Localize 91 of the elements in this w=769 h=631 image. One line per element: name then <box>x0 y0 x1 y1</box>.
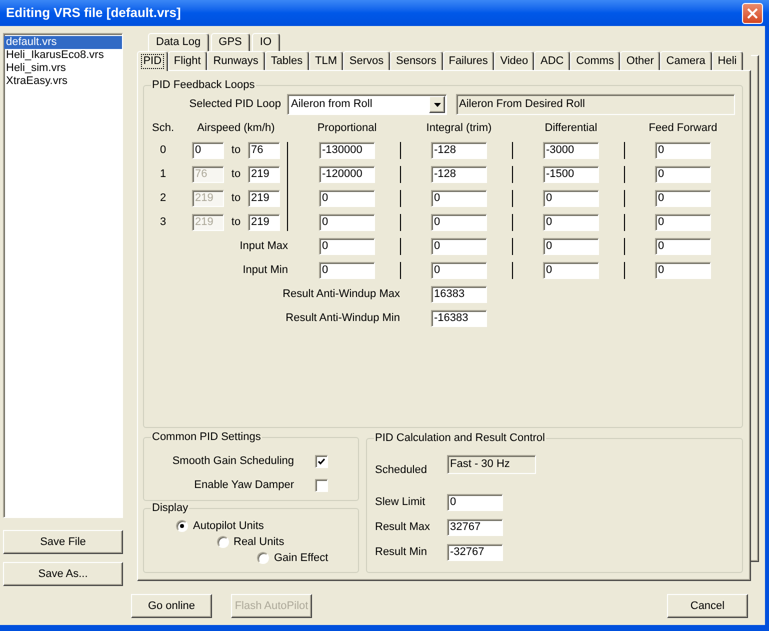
column-header: Proportional <box>317 122 377 135</box>
feed-forward-field[interactable]: 0 <box>655 166 711 183</box>
column-header: Airspeed (km/h) <box>197 122 275 135</box>
tab[interactable]: IO <box>252 33 280 51</box>
check-icon <box>318 458 325 465</box>
file-list-item[interactable]: default.vrs <box>4 36 122 49</box>
field-label: Result Min <box>375 546 427 559</box>
dropdown-button[interactable] <box>429 96 445 113</box>
column-header: Sch. <box>152 122 174 135</box>
file-list-item[interactable]: Heli_sim.vrs <box>4 62 122 75</box>
field-label: Result Anti-Windup Min <box>286 312 400 325</box>
result-field[interactable]: -32767 <box>447 544 503 561</box>
checkbox[interactable] <box>315 479 328 492</box>
column-header: Differential <box>544 122 598 135</box>
differential-field[interactable]: 0 <box>543 190 599 207</box>
field-label: Result Max <box>375 521 430 534</box>
file-list-item[interactable]: XtraEasy.vrs <box>4 75 122 88</box>
close-icon <box>747 8 758 18</box>
airspeed-from-field[interactable]: 0 <box>192 142 224 159</box>
feed-forward-field[interactable]: 0 <box>655 238 711 255</box>
result-field[interactable]: 0 <box>447 494 503 511</box>
schedule-number: 3 <box>160 216 166 229</box>
differential-field[interactable]: 0 <box>543 214 599 231</box>
save-as-button[interactable]: Save As... <box>3 562 123 586</box>
description-field: Aileron From Desired Roll <box>456 94 735 115</box>
caret-down-icon <box>434 102 440 106</box>
save-file-button[interactable]: Save File <box>3 530 123 554</box>
airspeed-to-field[interactable]: 219 <box>248 166 280 183</box>
radio-button[interactable] <box>257 552 269 564</box>
airspeed-to-field[interactable]: 219 <box>248 214 280 231</box>
column-header: Feed Forward <box>648 122 718 135</box>
differential-field[interactable]: 0 <box>543 238 599 255</box>
pid-loop-dropdown[interactable]: Aileron from Roll <box>287 94 447 115</box>
tab[interactable]: GPS <box>210 33 250 51</box>
schedule-number: 0 <box>160 144 166 157</box>
field-label: Scheduled <box>375 464 427 477</box>
to-label: to <box>231 144 241 157</box>
cancel-button[interactable]: Cancel <box>667 594 748 618</box>
checkbox-label: Enable Yaw Damper <box>194 479 294 492</box>
airspeed-to-field[interactable]: 219 <box>248 190 280 207</box>
integral-field[interactable]: 0 <box>431 190 487 207</box>
group-title: Display <box>151 502 190 515</box>
group-title: PID Calculation and Result Control <box>374 432 546 445</box>
proportional-field[interactable]: 0 <box>319 214 375 231</box>
integral-field[interactable]: 0 <box>431 262 487 279</box>
proportional-field[interactable]: 0 <box>319 190 375 207</box>
tab[interactable]: PID <box>137 51 168 71</box>
window-title: Editing VRS file [default.vrs] <box>6 5 181 21</box>
radio-button[interactable] <box>176 520 188 532</box>
schedule-number: 2 <box>160 192 166 205</box>
proportional-field[interactable]: -130000 <box>319 142 375 159</box>
checkbox-label: Smooth Gain Scheduling <box>172 455 294 468</box>
proportional-field[interactable]: -120000 <box>319 166 375 183</box>
anti-windup-field[interactable]: -16383 <box>431 310 487 327</box>
feed-forward-field[interactable]: 0 <box>655 262 711 279</box>
radio-button[interactable] <box>216 536 228 548</box>
to-label: to <box>231 168 241 181</box>
integral-field[interactable]: 0 <box>431 214 487 231</box>
anti-windup-field[interactable]: 16383 <box>431 286 487 303</box>
radio-label: Real Units <box>234 536 284 548</box>
feed-forward-field[interactable]: 0 <box>655 142 711 159</box>
schedule-number: 1 <box>160 168 166 181</box>
column-header: Integral (trim) <box>426 122 492 135</box>
proportional-field[interactable]: 0 <box>319 238 375 255</box>
field-label: Selected PID Loop <box>189 98 281 111</box>
field-label: Input Max <box>240 240 288 253</box>
scheduled-field: Fast - 30 Hz <box>447 455 536 474</box>
field-label: Input Min <box>242 264 288 277</box>
integral-field[interactable]: -128 <box>431 166 487 183</box>
radio-label: Autopilot Units <box>193 520 264 532</box>
radio-label: Gain Effect <box>274 552 328 564</box>
close-button[interactable] <box>742 2 763 24</box>
to-label: to <box>231 216 241 229</box>
checkbox[interactable] <box>315 455 328 468</box>
proportional-field[interactable]: 0 <box>319 262 375 279</box>
go-online-button[interactable]: Go online <box>131 594 212 618</box>
integral-field[interactable]: 0 <box>431 238 487 255</box>
to-label: to <box>231 192 241 205</box>
field-label: Result Anti-Windup Max <box>282 288 400 301</box>
airspeed-to-field[interactable]: 76 <box>248 142 280 159</box>
result-field[interactable]: 32767 <box>447 519 503 536</box>
differential-field[interactable]: -3000 <box>543 142 599 159</box>
feed-forward-field[interactable]: 0 <box>655 214 711 231</box>
group-title: PID Feedback Loops <box>151 79 256 92</box>
feed-forward-field[interactable]: 0 <box>655 190 711 207</box>
group-title: Common PID Settings <box>151 431 262 444</box>
file-list-item[interactable]: Heli_IkarusEco8.vrs <box>4 49 122 62</box>
field-label: Slew Limit <box>375 496 426 509</box>
differential-field[interactable]: -1500 <box>543 166 599 183</box>
differential-field[interactable]: 0 <box>543 262 599 279</box>
integral-field[interactable]: -128 <box>431 142 487 159</box>
